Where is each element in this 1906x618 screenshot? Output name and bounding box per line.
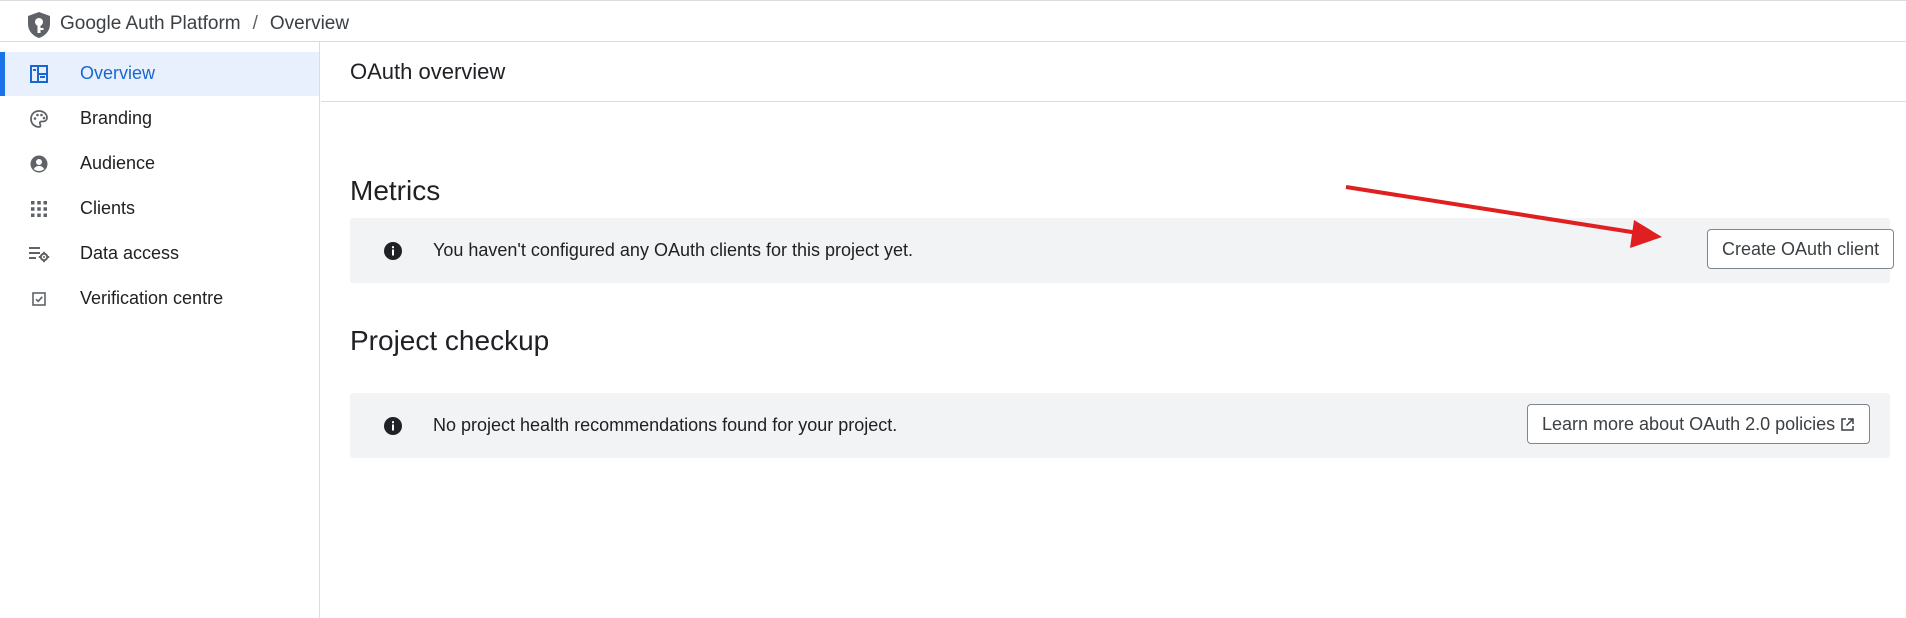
palette-icon: [28, 108, 50, 130]
sidebar-item-branding[interactable]: Branding: [0, 97, 319, 141]
sidebar-nav: Overview Branding Audience Clients Data …: [0, 42, 320, 618]
sidebar-item-overview[interactable]: Overview: [0, 52, 319, 96]
metrics-message: You haven't configured any OAuth clients…: [433, 240, 914, 260]
checkup-message: No project health recommendations found …: [433, 415, 898, 435]
metrics-info-banner: You haven't configured any OAuth clients…: [350, 218, 1895, 283]
learn-more-label: Learn more about OAuth 2.0 policies: [1542, 413, 1836, 434]
main-content: OAuth overview Metrics You haven't confi…: [321, 42, 1906, 618]
dashboard-icon: [28, 63, 50, 85]
sidebar-item-clients[interactable]: Clients: [0, 187, 319, 231]
breadcrumb-current: Overview: [269, 13, 350, 34]
breadcrumb-separator: /: [252, 13, 258, 34]
sidebar-item-label: Clients: [80, 198, 136, 218]
sidebar-item-verification-centre[interactable]: Verification centre: [0, 277, 319, 321]
sidebar-item-label: Branding: [80, 108, 153, 128]
sidebar-item-label: Verification centre: [80, 288, 224, 308]
open-in-new-icon: [1841, 417, 1854, 431]
create-oauth-client-label: Create OAuth client: [1722, 238, 1880, 259]
info-icon: [384, 417, 402, 435]
checkup-info-banner: No project health recommendations found …: [350, 393, 1890, 458]
breadcrumb: Google Auth Platform / Overview: [60, 13, 349, 35]
metrics-heading: Metrics: [350, 175, 441, 206]
sidebar-item-label: Data access: [80, 243, 180, 263]
project-checkup-heading: Project checkup: [350, 325, 550, 356]
page-title: OAuth overview: [350, 59, 506, 84]
page-header: OAuth overview: [321, 42, 1906, 102]
apps-grid-icon: [28, 198, 50, 220]
account-circle-icon: [28, 153, 50, 175]
data-settings-icon: [28, 243, 50, 265]
learn-more-oauth-policies-button[interactable]: Learn more about OAuth 2.0 policies: [1527, 404, 1871, 444]
sidebar-item-label: Overview: [80, 63, 156, 83]
top-bar: Google Auth Platform / Overview: [0, 0, 1906, 42]
sidebar-item-audience[interactable]: Audience: [0, 142, 319, 186]
sidebar-item-data-access[interactable]: Data access: [0, 232, 319, 276]
sidebar-item-label: Audience: [80, 153, 156, 173]
breadcrumb-app-link[interactable]: Google Auth Platform: [60, 13, 241, 35]
info-icon: [384, 242, 402, 260]
auth-platform-shield-logo-icon: [28, 12, 50, 38]
checkbox-icon: [28, 288, 50, 310]
create-oauth-client-button[interactable]: Create OAuth client: [1707, 229, 1895, 269]
